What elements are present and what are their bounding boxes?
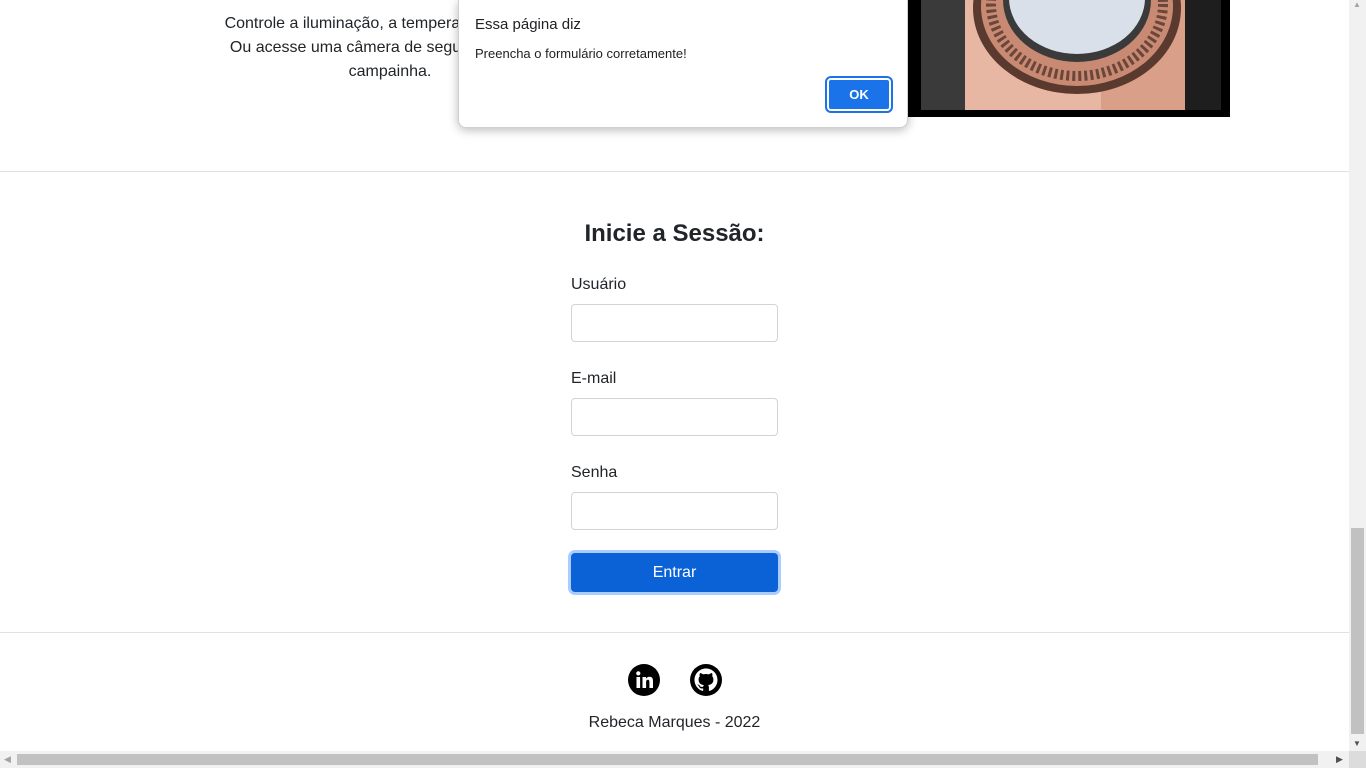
- scroll-down-arrow-icon[interactable]: ▼: [1353, 739, 1361, 748]
- horizontal-scroll-thumb[interactable]: [17, 754, 1318, 765]
- vertical-scroll-thumb[interactable]: [1351, 528, 1364, 734]
- password-input[interactable]: [571, 492, 778, 530]
- password-label: Senha: [571, 464, 618, 481]
- horizontal-scrollbar[interactable]: ◀ ▶: [0, 751, 1349, 768]
- submit-button[interactable]: Entrar: [571, 553, 778, 592]
- footer-credit: Rebeca Marques - 2022: [588, 714, 761, 731]
- dialog-title: Essa página diz: [475, 16, 581, 33]
- email-input[interactable]: [571, 398, 778, 436]
- scroll-left-arrow-icon[interactable]: ◀: [4, 754, 11, 765]
- footer: Rebeca Marques - 2022: [0, 633, 1349, 751]
- github-icon[interactable]: [690, 664, 722, 696]
- login-title: Inicie a Sessão:: [584, 220, 765, 247]
- vertical-scrollbar[interactable]: ▲ ▼: [1349, 0, 1366, 751]
- linkedin-icon[interactable]: [628, 664, 660, 696]
- scroll-up-arrow-icon[interactable]: ▲: [1353, 0, 1361, 9]
- username-input[interactable]: [571, 304, 778, 342]
- scroll-right-arrow-icon[interactable]: ▶: [1336, 754, 1343, 765]
- login-form: Inicie a Sessão: Usuário E-mail Senha En…: [0, 172, 1349, 632]
- page: Controle a iluminação, a temperatura, o …: [0, 0, 1349, 751]
- email-label: E-mail: [571, 370, 617, 387]
- alert-dialog: Essa página diz Preencha o formulário co…: [458, 0, 908, 128]
- username-label: Usuário: [571, 276, 627, 293]
- smart-doorbell-image: [905, 0, 1230, 117]
- dialog-message: Preencha o formulário corretamente!: [475, 46, 687, 61]
- dialog-ok-button[interactable]: OK: [827, 78, 891, 111]
- scrollbar-corner: [1349, 751, 1366, 768]
